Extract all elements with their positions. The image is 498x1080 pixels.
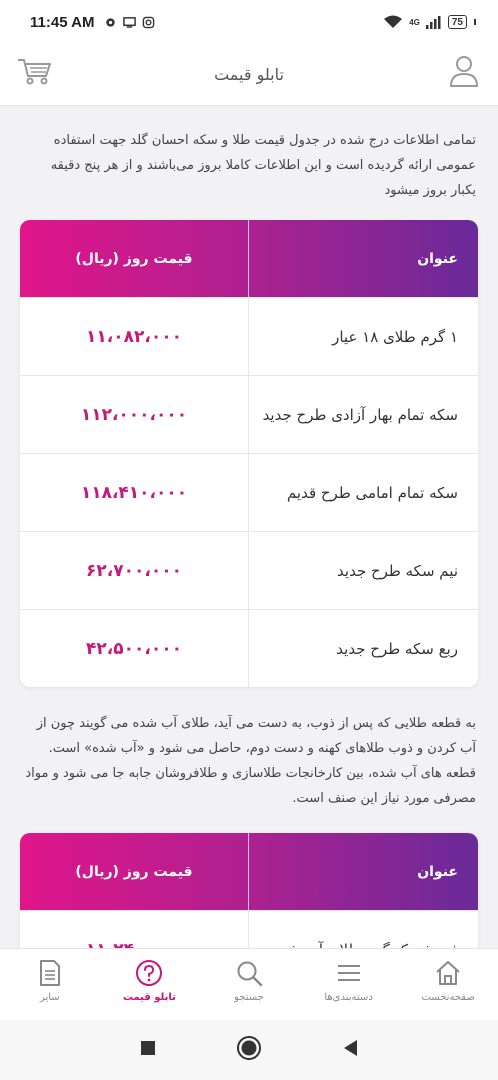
page-title: تابلو قیمت (214, 65, 284, 84)
main-content[interactable]: تمامی اطلاعات درج شده در جدول قیمت طلا و… (0, 106, 498, 948)
wifi-icon (384, 15, 403, 28)
row-title: فروش یک گرم طلای آب شده (249, 911, 478, 949)
intro-paragraph: تمامی اطلاعات درج شده در جدول قیمت طلا و… (50, 133, 476, 198)
row-price: ۶۲،۷۰۰،۰۰۰ (20, 532, 249, 609)
column-header-title: عنوان (417, 250, 458, 267)
instagram-icon (143, 16, 155, 28)
status-time: 11:45 AM (30, 13, 95, 31)
nav-item-price-board[interactable]: تابلو قیمت (100, 949, 200, 1020)
nav-label: تابلو قیمت (122, 992, 176, 1003)
nav-item-categories[interactable]: دسته‌بندی‌ها (299, 949, 399, 1020)
battery-cap (474, 19, 476, 25)
document-icon (39, 960, 60, 986)
row-title: سکه تمام بهار آزادی طرح جدید (262, 405, 458, 424)
row-price: ۱۱،۲۴۰،۰۰۰ (20, 911, 249, 948)
row-title: نیم سکه طرح جدید (337, 561, 458, 580)
bottom-navigation: سایر تابلو قیمت جستجو دسته‌بندی‌ها صفحه‌… (0, 948, 498, 1020)
user-icon[interactable] (448, 54, 480, 92)
table-header: عنوان قیمت روز (ریال) (20, 220, 478, 297)
melted-gold-paragraph: به قطعه طلایی که پس از ذوب، به دست می آی… (25, 716, 476, 806)
recent-apps-button[interactable] (140, 1040, 156, 1060)
search-icon (237, 961, 263, 987)
battery-indicator: 75 (447, 15, 467, 29)
row-price: ۱۱۸،۴۱۰،۰۰۰ (20, 454, 249, 531)
row-price: ۱۱۲،۰۰۰،۰۰۰ (20, 376, 249, 453)
table-row: نیم سکه طرح جدید ۶۲،۷۰۰،۰۰۰ (20, 531, 478, 609)
system-navigation-bar (0, 1020, 498, 1080)
screen-icon (123, 16, 137, 28)
table-row: سکه تمام امامی طرح قدیم ۱۱۸،۴۱۰،۰۰۰ (20, 453, 478, 531)
row-title: ربع سکه طرح جدید (336, 639, 458, 658)
cart-icon[interactable] (16, 56, 52, 90)
column-header-price: قیمت روز (ریال) (20, 220, 249, 297)
row-title: سکه تمام امامی طرح قدیم (286, 483, 458, 502)
network-type: 4G (409, 17, 420, 27)
gold-price-table: عنوان قیمت روز (ریال) ۱ گرم طلای ۱۸ عیار… (20, 220, 478, 687)
status-bar: 11:45 AM 4G 75 (0, 0, 498, 44)
nav-item-search[interactable]: جستجو (199, 949, 299, 1020)
melted-gold-price-table: عنوان قیمت روز (ریال) فروش یک گرم طلای آ… (20, 833, 478, 948)
column-header-price: قیمت روز (ریال) (20, 833, 249, 910)
gear-icon (106, 17, 116, 27)
battery-level: 75 (451, 16, 463, 28)
nav-label: دسته‌بندی‌ها (324, 992, 373, 1003)
signal-icon (425, 15, 441, 29)
app-header: تابلو قیمت (0, 44, 498, 106)
help-circle-icon (136, 960, 163, 986)
row-title: ۱ گرم طلای ۱۸ عیار (332, 327, 458, 346)
nav-label: صفحه‌نخست (421, 992, 475, 1003)
table-row: ربع سکه طرح جدید ۴۲،۵۰۰،۰۰۰ (20, 609, 478, 687)
table-row: سکه تمام بهار آزادی طرح جدید ۱۱۲،۰۰۰،۰۰۰ (20, 375, 478, 453)
nav-item-home[interactable]: صفحه‌نخست (398, 949, 498, 1020)
row-price: ۴۲،۵۰۰،۰۰۰ (20, 610, 249, 687)
table-header: عنوان قیمت روز (ریال) (20, 833, 478, 910)
nav-label: جستجو (234, 992, 264, 1003)
table-row: فروش یک گرم طلای آب شده ۱۱،۲۴۰،۰۰۰ (20, 910, 478, 948)
back-button[interactable] (342, 1039, 358, 1061)
home-icon (436, 961, 460, 985)
row-price: ۱۱،۰۸۲،۰۰۰ (20, 298, 249, 375)
column-header-title: عنوان (417, 863, 458, 880)
menu-icon (337, 965, 360, 981)
table-row: ۱ گرم طلای ۱۸ عیار ۱۱،۰۸۲،۰۰۰ (20, 297, 478, 375)
home-button[interactable] (236, 1035, 262, 1065)
nav-item-other[interactable]: سایر (0, 949, 100, 1020)
nav-label: سایر (39, 992, 60, 1003)
